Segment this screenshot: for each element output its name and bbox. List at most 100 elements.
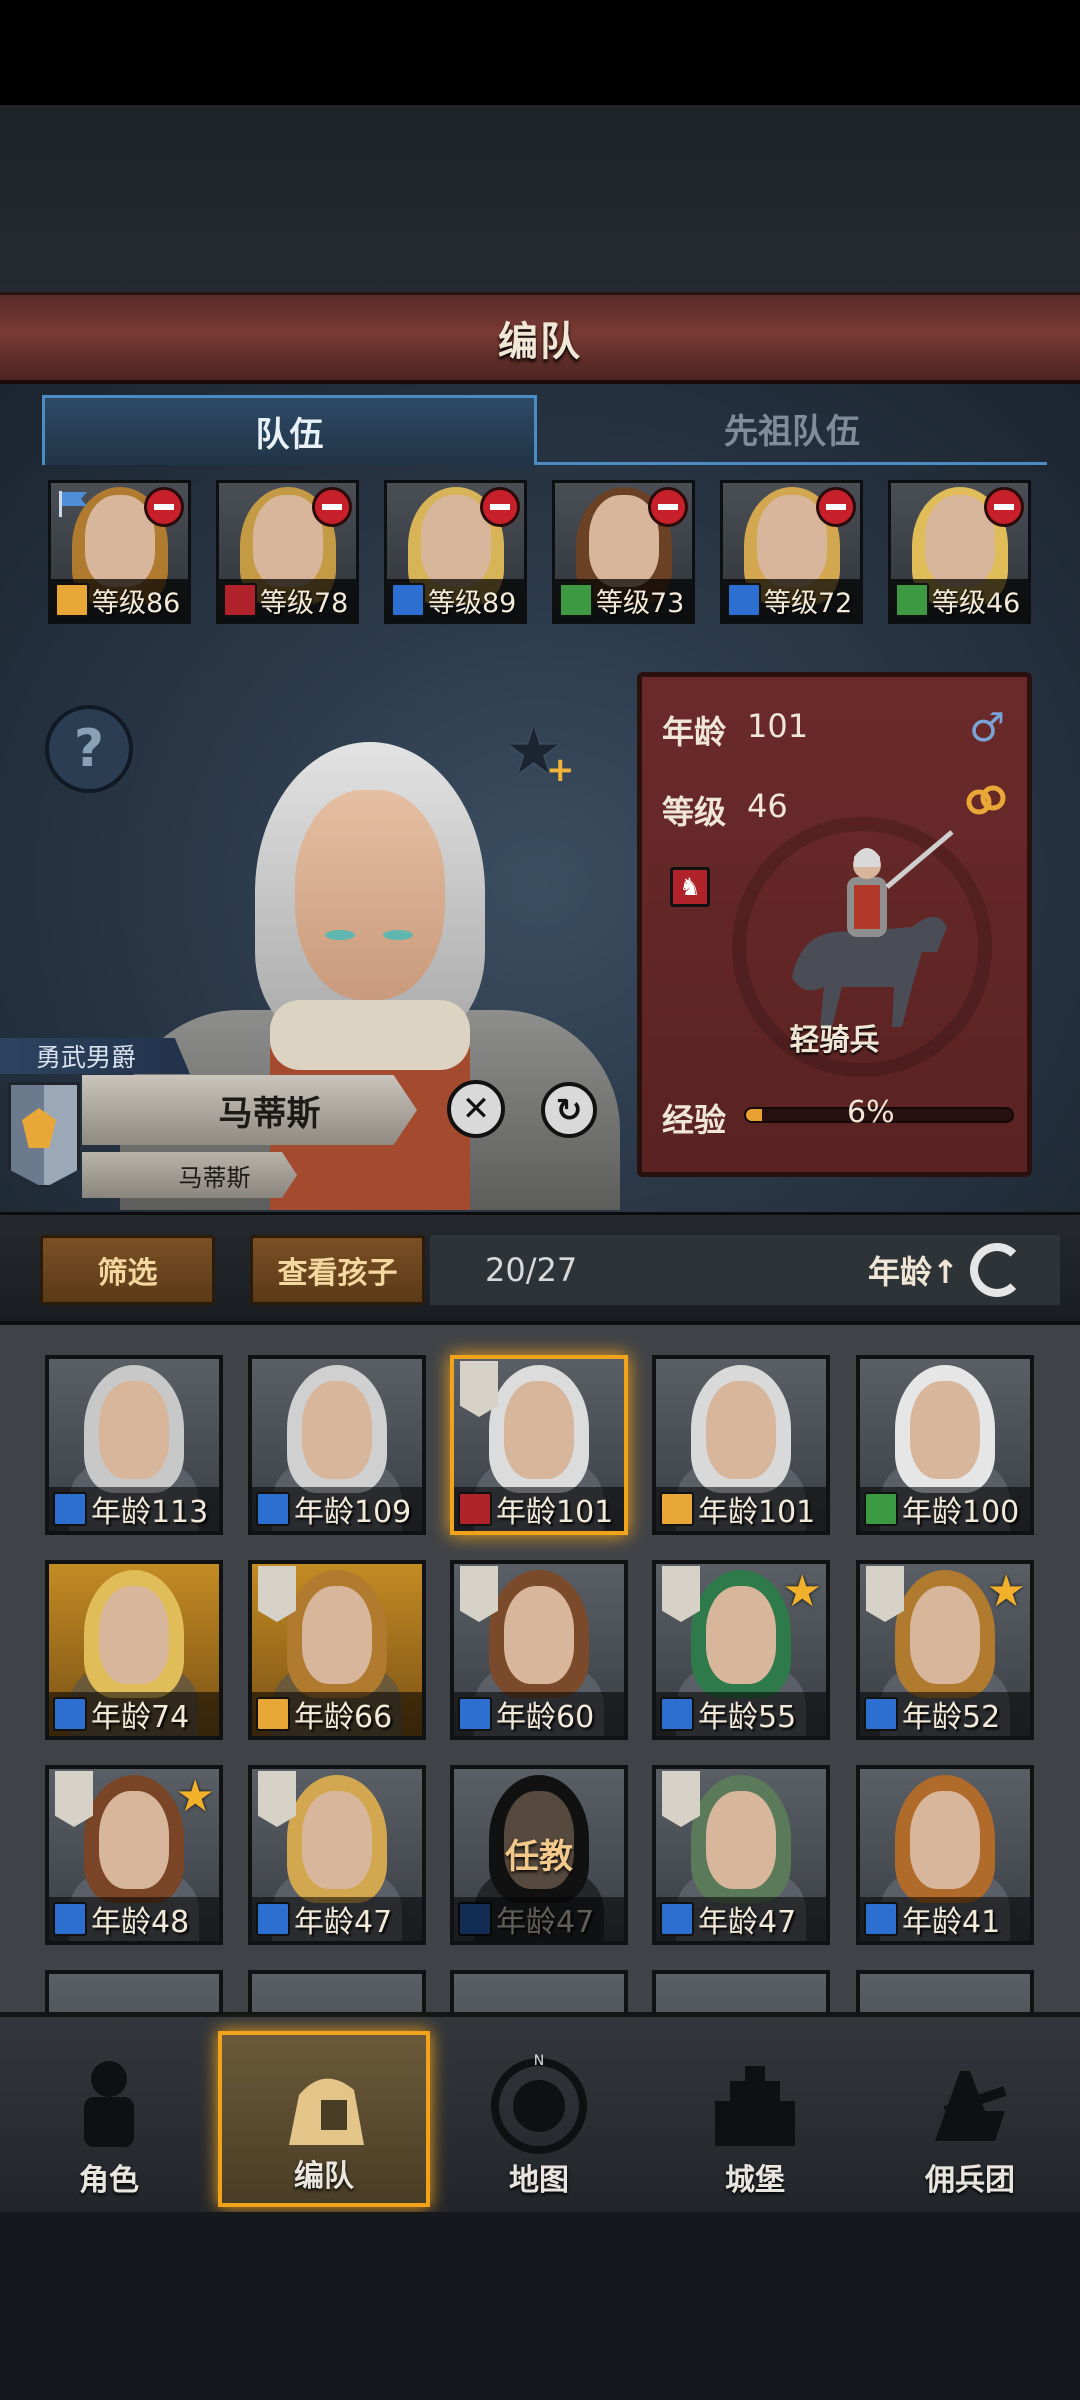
- roster-card[interactable]: 年龄100: [856, 1355, 1034, 1535]
- tab-team[interactable]: 队伍: [42, 395, 537, 465]
- class-icon: [660, 1492, 694, 1526]
- squad-slot[interactable]: 等级46: [888, 480, 1031, 624]
- card-info-bar: 年龄52: [860, 1692, 1030, 1736]
- roster-card-partial[interactable]: [248, 1970, 426, 2015]
- sword-icon: [391, 583, 425, 617]
- class-icon: [53, 1902, 87, 1936]
- card-age: 年龄60: [496, 1700, 595, 1735]
- nav-item-knight[interactable]: 角色: [3, 2031, 215, 2207]
- nav-item-compass[interactable]: N 地图: [433, 2031, 645, 2207]
- squad-slot[interactable]: 等级89: [384, 480, 527, 624]
- age-label: 年龄: [662, 713, 727, 751]
- bow-icon: [895, 583, 929, 617]
- level-value: 46: [747, 787, 788, 825]
- roster-card[interactable]: 年龄101: [652, 1355, 830, 1535]
- roster-card[interactable]: 年龄74: [45, 1560, 223, 1740]
- roster-card[interactable]: 年龄113: [45, 1355, 223, 1535]
- exp-percent: 6%: [847, 1095, 895, 1130]
- roster-card[interactable]: 年龄52 ★: [856, 1560, 1034, 1740]
- roster-card[interactable]: 年龄55 ★: [652, 1560, 830, 1740]
- refresh-icon[interactable]: [970, 1243, 1024, 1297]
- class-icon: [256, 1697, 290, 1731]
- nav-item-mercenary[interactable]: 佣兵团: [864, 2031, 1076, 2207]
- card-age: 年龄113: [91, 1495, 209, 1530]
- dismiss-button[interactable]: ✕: [447, 1080, 505, 1138]
- card-age: 年龄48: [91, 1905, 190, 1940]
- roster-grid: 年龄113 年龄109 年龄101 年龄101 年龄100 年龄74 年龄66 年龄60 年龄5…: [0, 1325, 1080, 2015]
- roster-card-partial[interactable]: [652, 1970, 830, 2015]
- remove-icon[interactable]: [816, 487, 856, 527]
- banner-icon: [460, 1566, 498, 1622]
- card-age: 年龄109: [294, 1495, 412, 1530]
- remove-icon[interactable]: [144, 487, 184, 527]
- card-info-bar: 年龄48: [49, 1897, 219, 1941]
- roster-card[interactable]: 年龄41: [856, 1765, 1034, 1945]
- roster-card[interactable]: 年龄66: [248, 1560, 426, 1740]
- banner-icon: [866, 1566, 904, 1622]
- slot-level: 等级46: [932, 587, 1021, 619]
- face-shape: [99, 1791, 169, 1889]
- nav-item-helmet[interactable]: 编队: [218, 2031, 430, 2207]
- squad-slot[interactable]: 等级73: [552, 480, 695, 624]
- remove-icon[interactable]: [648, 487, 688, 527]
- roster-card[interactable]: 年龄101: [450, 1355, 628, 1535]
- face-shape: [302, 1586, 372, 1684]
- marriage-ring-icon[interactable]: [965, 782, 1007, 816]
- tab-ancestor-team[interactable]: 先祖队伍: [537, 395, 1047, 465]
- roster-card[interactable]: 年龄47: [248, 1765, 426, 1945]
- card-info-bar: 年龄74: [49, 1692, 219, 1736]
- remove-icon[interactable]: [312, 487, 352, 527]
- class-icon: [53, 1697, 87, 1731]
- squad-slot[interactable]: 等级72: [720, 480, 863, 624]
- squad-row: 等级86 等级78 等级89 等级73 等级72 等级46: [48, 480, 1038, 624]
- banner-icon: [258, 1771, 296, 1827]
- card-info-bar: 年龄66: [252, 1692, 422, 1736]
- mercenary-icon: [935, 2071, 1007, 2141]
- roster-card[interactable]: 年龄48 ★: [45, 1765, 223, 1945]
- hero-name-plate[interactable]: 马蒂斯: [82, 1075, 417, 1145]
- card-info-bar: 年龄47: [656, 1897, 826, 1941]
- banner-icon: [55, 1771, 93, 1827]
- card-age: 年龄47: [294, 1905, 393, 1940]
- face-shape: [302, 1791, 372, 1889]
- sort-by-age-button[interactable]: 年龄↑: [868, 1247, 959, 1293]
- face-shape: [910, 1791, 980, 1889]
- exp-bar-fill: [746, 1109, 762, 1121]
- roster-card-partial[interactable]: [45, 1970, 223, 2015]
- class-icon: [458, 1492, 492, 1526]
- roster-card[interactable]: 年龄47 任教: [450, 1765, 628, 1945]
- class-icon: [53, 1492, 87, 1526]
- filter-button[interactable]: 筛选: [40, 1235, 215, 1305]
- view-children-button[interactable]: 查看孩子: [250, 1235, 425, 1305]
- hero-rank-title: 勇武男爵: [0, 1038, 190, 1074]
- star-icon: ★: [782, 1566, 822, 1617]
- roster-card-partial[interactable]: [450, 1970, 628, 2015]
- roster-card[interactable]: 年龄60: [450, 1560, 628, 1740]
- slot-level: 等级78: [260, 587, 349, 619]
- card-age: 年龄101: [698, 1495, 816, 1530]
- class-icon: [458, 1697, 492, 1731]
- squad-slot[interactable]: 等级86: [48, 480, 191, 624]
- remove-icon[interactable]: [480, 487, 520, 527]
- slot-level: 等级89: [428, 587, 517, 619]
- nav-label: 城堡: [725, 2163, 785, 2198]
- banner-icon: [258, 1566, 296, 1622]
- slot-info-bar: 等级78: [219, 579, 356, 621]
- card-age: 年龄100: [902, 1495, 1020, 1530]
- roster-card[interactable]: 年龄47: [652, 1765, 830, 1945]
- filter-bar: 筛选 查看孩子 20/27 年龄↑: [0, 1212, 1080, 1324]
- knight-icon: [84, 2061, 134, 2147]
- banner-icon: [662, 1771, 700, 1827]
- banner-icon: [460, 1361, 498, 1417]
- exp-label: 经验: [662, 1101, 727, 1139]
- bow-icon: [559, 583, 593, 617]
- squad-slot[interactable]: 等级78: [216, 480, 359, 624]
- class-icon: [256, 1492, 290, 1526]
- card-age: 年龄47: [496, 1905, 595, 1940]
- roster-card-partial[interactable]: [856, 1970, 1034, 2015]
- roster-card[interactable]: 年龄109: [248, 1355, 426, 1535]
- hook-action-button[interactable]: ↻: [541, 1082, 597, 1138]
- nav-item-castle[interactable]: 城堡: [649, 2031, 861, 2207]
- remove-icon[interactable]: [984, 487, 1024, 527]
- card-status-label: 任教: [505, 1837, 573, 1877]
